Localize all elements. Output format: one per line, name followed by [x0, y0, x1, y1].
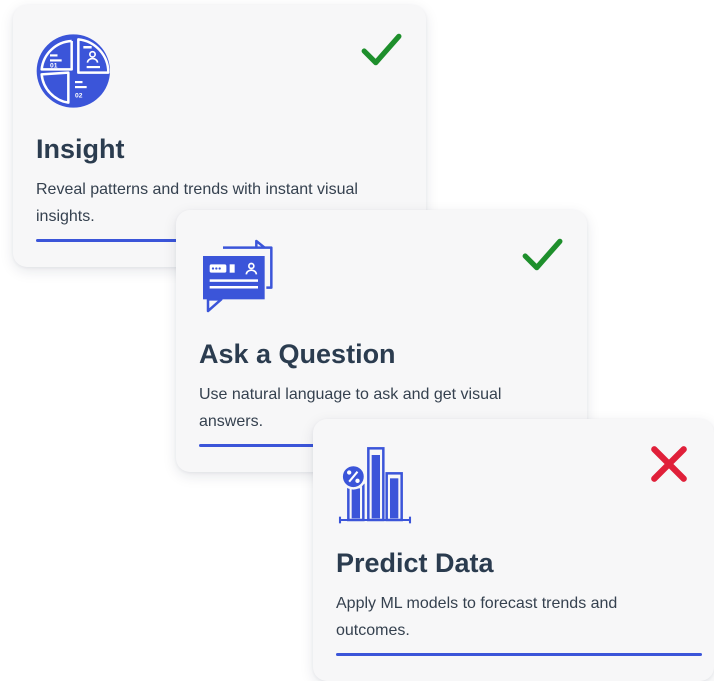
- bar-chart-percent-icon: [338, 447, 412, 524]
- card-underline: [336, 653, 702, 656]
- check-icon: [522, 238, 563, 271]
- chat-question-icon: [203, 239, 273, 313]
- cross-icon: [651, 446, 687, 482]
- card-title: Ask a Question: [199, 339, 396, 369]
- pie-chart-icon: 01 02: [36, 34, 110, 108]
- card-title: Insight: [36, 134, 125, 164]
- check-icon: [361, 33, 402, 66]
- feature-card-predict-data[interactable]: Predict Data Apply ML models to forecast…: [313, 419, 714, 681]
- pie-label-01: 01: [50, 63, 58, 70]
- pie-label-02: 02: [75, 93, 83, 100]
- card-description: Apply ML models to forecast trends and o…: [336, 595, 618, 639]
- card-title: Predict Data: [336, 548, 494, 578]
